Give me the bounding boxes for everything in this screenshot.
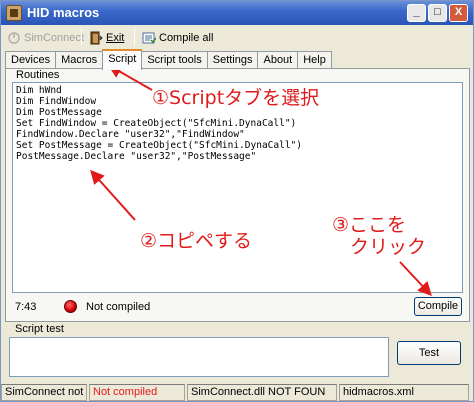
script-test-group: Script test Test — [5, 323, 470, 381]
simconnect-icon — [7, 31, 21, 45]
compile-all-button[interactable]: Compile all — [142, 29, 213, 46]
script-test-input[interactable] — [9, 337, 389, 377]
tab-bar: Devices Macros Script Script tools Setti… — [5, 49, 332, 70]
test-button[interactable]: Test — [397, 341, 461, 365]
tab-about[interactable]: About — [257, 51, 299, 69]
exit-icon — [89, 31, 103, 45]
compile-status-row: 7:43 Not compiled Compile — [12, 297, 463, 317]
toolbar-separator — [81, 29, 82, 45]
main-window: HID macros _ □ X SimConnect Exit Compile… — [0, 0, 474, 402]
compile-button[interactable]: Compile — [414, 297, 462, 316]
tab-settings[interactable]: Settings — [206, 51, 259, 69]
compile-all-label: Compile all — [159, 31, 214, 44]
statusbar-compile-status: Not compiled — [89, 384, 185, 401]
exit-button[interactable]: Exit — [89, 29, 124, 46]
title-bar[interactable]: HID macros _ □ X — [1, 1, 473, 25]
code-line: Set FindWindow = CreateObject("SfcMini.D… — [16, 118, 297, 129]
compile-icon — [142, 31, 157, 45]
tab-script-tools[interactable]: Script tools — [141, 51, 208, 69]
routines-label: Routines — [14, 69, 62, 81]
annotation-step2: ②コピペする — [140, 230, 253, 252]
cursor-position: 7:43 — [15, 301, 37, 313]
exit-label: Exit — [106, 31, 125, 44]
tab-script[interactable]: Script — [102, 49, 143, 70]
script-test-label: Script test — [13, 323, 66, 335]
close-button[interactable]: X — [449, 4, 468, 22]
compile-status-text: Not compiled — [86, 301, 151, 313]
code-line: Set PostMessage = CreateObject("SfcMini.… — [16, 140, 302, 151]
code-line: FindWindow.Declare "user32","FindWindow" — [16, 129, 245, 140]
annotation-step1: ①Scriptタブを選択 — [152, 87, 320, 109]
maximize-button[interactable]: □ — [428, 4, 447, 22]
simconnect-button[interactable]: SimConnect — [7, 29, 84, 46]
tab-devices[interactable]: Devices — [5, 51, 57, 69]
simconnect-label: SimConnect — [24, 31, 84, 44]
app-icon — [6, 5, 22, 21]
compile-status-icon — [64, 300, 77, 313]
statusbar-dll-status: SimConnect.dll NOT FOUN — [187, 384, 337, 401]
statusbar-config-file: hidmacros.xml — [339, 384, 469, 401]
tab-help[interactable]: Help — [297, 51, 332, 69]
toolbar-separator — [134, 29, 135, 45]
tab-macros[interactable]: Macros — [55, 51, 104, 69]
minimize-button[interactable]: _ — [407, 4, 426, 22]
window-title: HID macros — [27, 5, 100, 20]
annotation-step3-line2: クリック — [350, 236, 427, 258]
toolbar: SimConnect Exit Compile all — [1, 27, 473, 47]
code-line: PostMessage.Declare "user32","PostMessag… — [16, 151, 257, 162]
statusbar-simconnect: SimConnect not — [1, 384, 87, 401]
status-bar: SimConnect not Not compiled SimConnect.d… — [1, 384, 473, 401]
routines-editor[interactable]: Dim hWnd Dim FindWindow Dim PostMessage Set… — [12, 82, 463, 293]
